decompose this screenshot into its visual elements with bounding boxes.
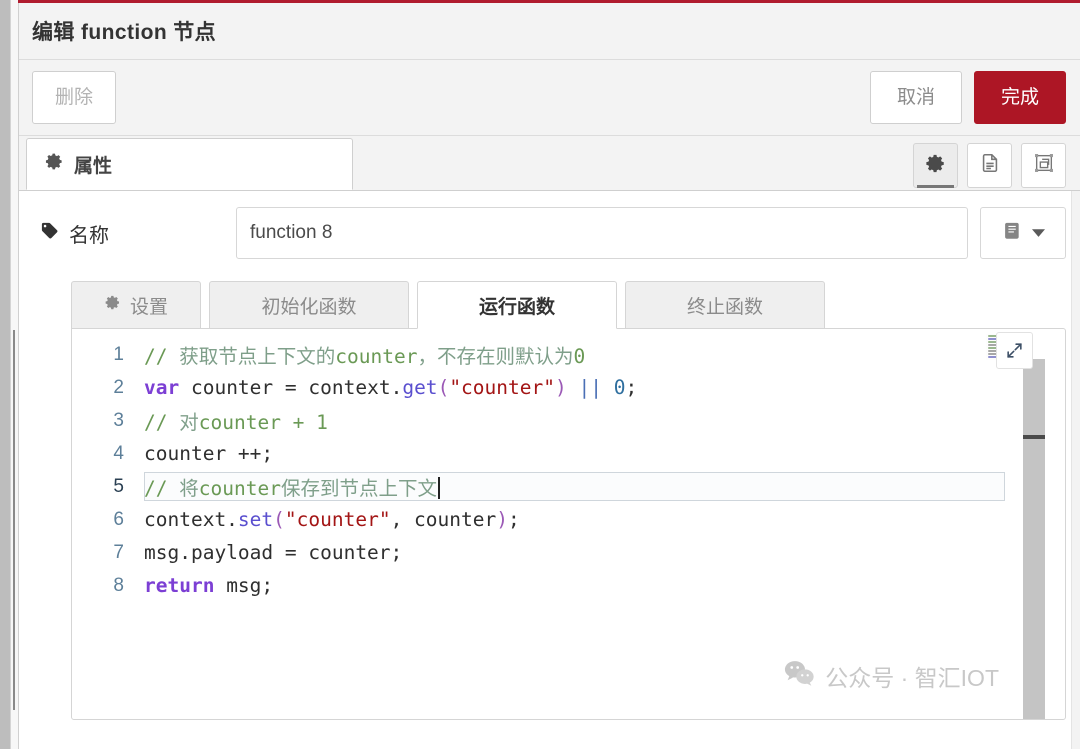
cancel-button[interactable]: 取消 <box>870 71 962 124</box>
background-scrollbar[interactable] <box>13 330 15 710</box>
tab-properties[interactable]: 属性 <box>26 138 353 190</box>
expand-editor-button[interactable] <box>996 332 1033 369</box>
code-line[interactable]: 4 counter ++; <box>72 437 1065 470</box>
tab-icon-group <box>913 143 1066 190</box>
text-cursor <box>437 477 440 499</box>
code-line[interactable]: 7 msg.payload = counter; <box>72 536 1065 569</box>
code-line[interactable]: 5 // 将counter保存到节点上下文 <box>72 470 1065 503</box>
sub-tab-setup-label: 设置 <box>129 296 168 318</box>
dialog-action-toolbar: 删除 取消 完成 <box>19 60 1080 136</box>
tab-properties-label: 属性 <box>74 155 113 177</box>
expand-arrows-icon <box>1007 343 1022 358</box>
tag-icon <box>40 221 59 246</box>
sub-tab-setup[interactable]: 设置 <box>71 281 201 329</box>
code-line-text: return msg; <box>144 574 274 597</box>
settings-icon-button[interactable] <box>913 143 958 188</box>
code-line-text: counter ++; <box>144 442 274 465</box>
appearance-icon-button[interactable] <box>1021 143 1066 188</box>
name-row: 名称 <box>19 191 1080 267</box>
code-line[interactable]: 6 context.set("counter", counter); <box>72 503 1065 536</box>
sub-tab-on-stop-label: 终止函数 <box>686 296 763 318</box>
line-number: 5 <box>113 475 124 497</box>
document-icon <box>979 152 1001 179</box>
background-palette-sliver <box>0 0 18 749</box>
edit-function-node-dialog: 编辑 function 节点 删除 取消 完成 属性 名称 function 8… <box>18 3 1080 749</box>
description-icon-button[interactable] <box>967 143 1012 188</box>
code-lines-container[interactable]: 1 // 获取节点上下文的counter，不存在则默认为0 2 var counter… <box>72 329 1065 719</box>
gear-icon <box>925 153 946 179</box>
app-root: 编辑 function 节点 删除 取消 完成 属性 名称 function 8… <box>0 0 1080 749</box>
code-line-text: msg.payload = counter; <box>144 541 403 564</box>
code-line-text: var counter = context.get("counter") || … <box>144 376 638 399</box>
chevron-down-icon <box>1032 224 1045 242</box>
gear-icon <box>104 294 121 317</box>
code-editor[interactable]: 1 // 获取节点上下文的counter，不存在则默认为0 2 var counter… <box>71 328 1066 720</box>
code-line[interactable]: 3 // 对counter + 1 <box>72 404 1065 437</box>
name-label: 名称 <box>40 219 236 248</box>
dialog-body: 名称 function 8 设置 初始化函数 运行函数 终止函数 1 // 获取… <box>19 191 1080 749</box>
shape-select-icon <box>1033 152 1055 179</box>
name-input[interactable] <box>236 207 968 259</box>
dialog-title: 编辑 function 节点 <box>32 21 217 44</box>
code-line[interactable]: 1 // 获取节点上下文的counter，不存在则默认为0 <box>72 338 1065 371</box>
code-line-text: // 将counter保存到节点上下文 <box>144 472 440 501</box>
line-number: 6 <box>113 508 124 530</box>
delete-button[interactable]: 删除 <box>32 71 117 124</box>
function-sub-tabs: 设置 初始化函数 运行函数 终止函数 <box>19 267 1080 329</box>
sub-tab-on-start[interactable]: 初始化函数 <box>209 281 409 329</box>
line-number: 3 <box>113 409 124 431</box>
sub-tab-on-message[interactable]: 运行函数 <box>417 281 617 329</box>
sub-tab-on-stop[interactable]: 终止函数 <box>625 281 825 329</box>
code-line-text: context.set("counter", counter); <box>144 508 520 531</box>
library-menu-button[interactable] <box>980 207 1066 259</box>
toolbar-right-group: 取消 完成 <box>870 71 1066 124</box>
code-line[interactable]: 2 var counter = context.get("counter") ||… <box>72 371 1065 404</box>
line-number: 2 <box>113 376 124 398</box>
code-line[interactable]: 8 return msg; <box>72 569 1065 602</box>
code-line-text: // 获取节点上下文的counter，不存在则默认为0 <box>144 345 586 368</box>
minimap-scrollbar[interactable] <box>1023 359 1045 719</box>
minimap-scroll-marker <box>1023 435 1045 439</box>
code-line-text: // 对counter + 1 <box>144 411 328 434</box>
line-number: 8 <box>113 574 124 596</box>
line-number: 4 <box>113 442 124 464</box>
name-label-text: 名称 <box>69 224 109 247</box>
sub-tab-on-start-label: 初始化函数 <box>261 296 357 318</box>
gear-icon <box>45 152 64 177</box>
book-icon <box>1001 220 1025 247</box>
line-number: 1 <box>113 343 124 365</box>
sub-tab-on-message-label: 运行函数 <box>478 296 555 318</box>
line-number: 7 <box>113 541 124 563</box>
dialog-header: 编辑 function 节点 <box>19 3 1080 60</box>
done-button[interactable]: 完成 <box>974 71 1066 124</box>
dialog-tabstrip: 属性 <box>19 136 1080 191</box>
